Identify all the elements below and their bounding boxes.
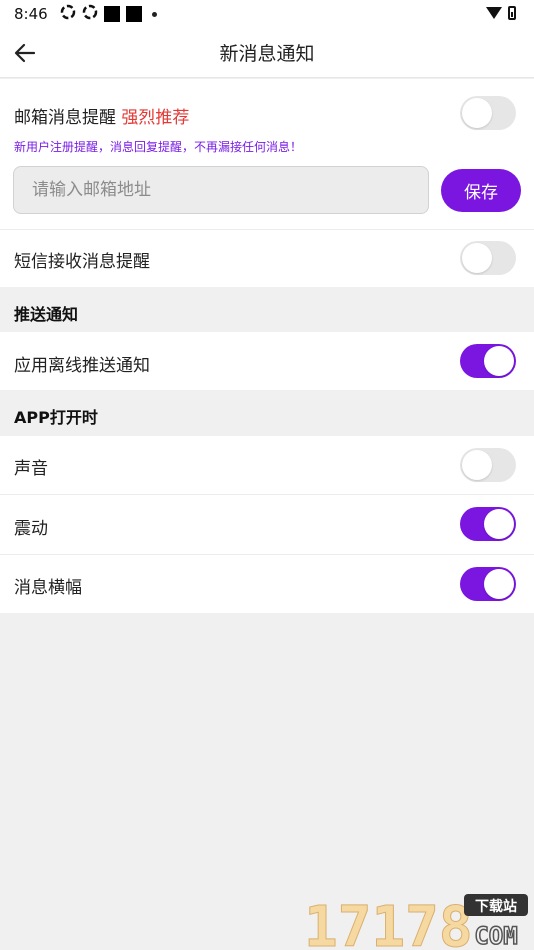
watermark-suffix: COM xyxy=(474,922,517,950)
notification-square-icon xyxy=(103,6,120,22)
offline-push-toggle[interactable] xyxy=(460,344,516,378)
sms-reminder-toggle[interactable] xyxy=(460,241,516,275)
toggle-knob xyxy=(484,346,514,376)
banner-toggle[interactable] xyxy=(460,567,516,601)
sound-row: 声音 xyxy=(0,436,534,494)
sound-label: 声音 xyxy=(14,459,48,479)
toggle-knob xyxy=(462,98,492,128)
push-section-title: 推送通知 xyxy=(14,305,79,324)
banner-row: 消息横幅 xyxy=(0,555,534,613)
toggle-knob xyxy=(484,509,514,539)
sound-toggle[interactable] xyxy=(460,448,516,482)
offline-push-label: 应用离线推送通知 xyxy=(14,356,150,376)
banner-label: 消息横幅 xyxy=(14,578,82,598)
sync-icon xyxy=(60,4,76,24)
email-reminder-label: 邮箱消息提醒 xyxy=(14,108,116,128)
email-reminder-hint: 新用户注册提醒，消息回复提醒，不再漏接任何消息！ xyxy=(14,140,303,154)
email-input[interactable] xyxy=(13,166,429,214)
toggle-knob xyxy=(462,243,492,273)
sms-reminder-row: 短信接收消息提醒 xyxy=(0,230,534,287)
email-reminder-toggle[interactable] xyxy=(460,96,516,130)
sms-reminder-label: 短信接收消息提醒 xyxy=(14,252,150,272)
app-header: 新消息通知 xyxy=(0,28,534,78)
vibration-row: 震动 xyxy=(0,495,534,554)
status-bar: 8:46 xyxy=(0,0,534,28)
more-notifications-dot-icon xyxy=(151,11,157,17)
wifi-icon xyxy=(486,7,502,19)
watermark-number: 17178 xyxy=(304,895,473,950)
save-button[interactable]: 保存 xyxy=(441,169,521,212)
recommend-badge: 强烈推荐 xyxy=(121,108,190,128)
sync-icon xyxy=(82,4,98,24)
vibration-label: 震动 xyxy=(14,519,48,539)
email-reminder-row-label: 邮箱消息提醒 强烈推荐 xyxy=(14,103,189,128)
site-watermark-logo: 17178 下载站 COM xyxy=(304,894,528,950)
vibration-toggle[interactable] xyxy=(460,507,516,541)
toggle-knob xyxy=(462,450,492,480)
offline-push-row: 应用离线推送通知 xyxy=(0,332,534,390)
status-time: 8:46 xyxy=(14,5,48,23)
toggle-knob xyxy=(484,569,514,599)
battery-icon xyxy=(508,6,516,20)
back-arrow-icon[interactable] xyxy=(12,40,38,66)
notification-square-icon xyxy=(125,6,142,22)
app-open-section-title: APP打开时 xyxy=(14,408,98,427)
page-title: 新消息通知 xyxy=(219,43,315,65)
watermark-tag: 下载站 xyxy=(475,898,517,915)
